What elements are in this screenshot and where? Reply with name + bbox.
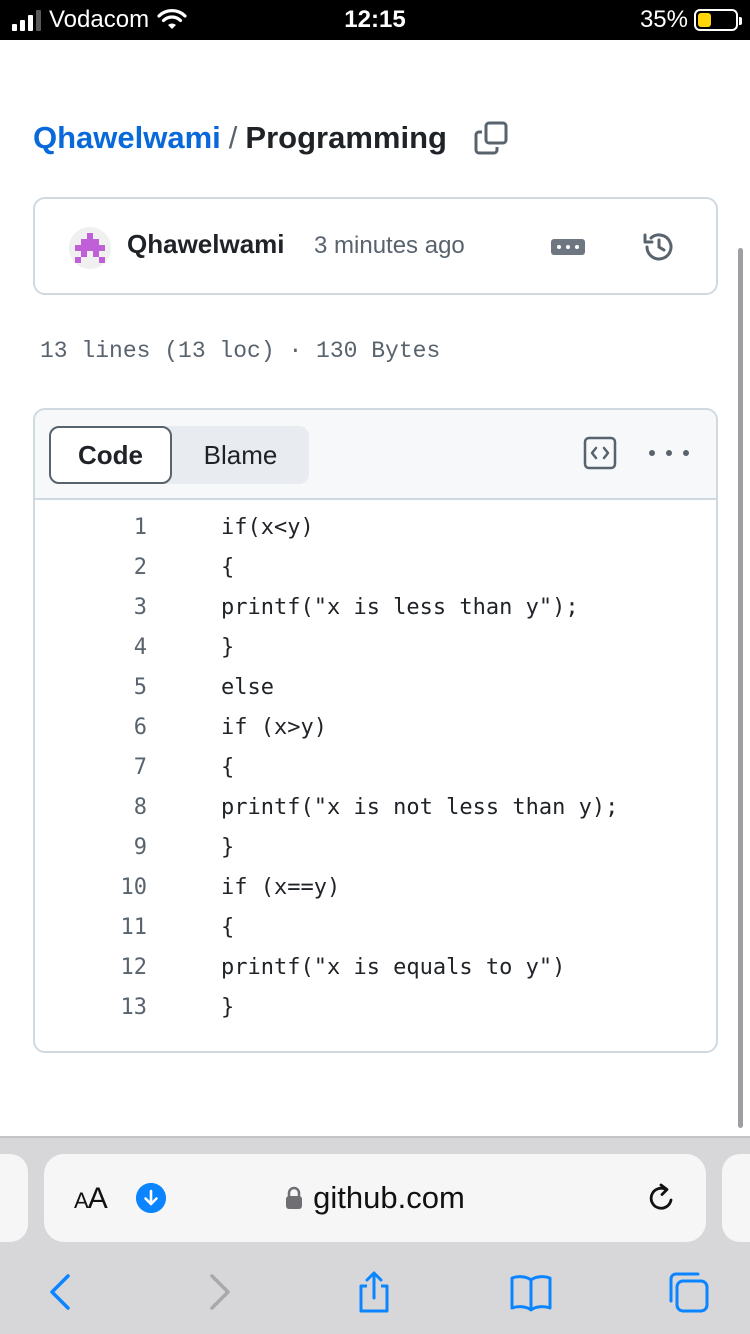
tab-code[interactable]: Code [49, 426, 172, 484]
code-line: 10 if (x==y) [35, 868, 716, 908]
url-text: github.com [313, 1180, 465, 1215]
avatar[interactable] [69, 227, 111, 269]
carrier-label: Vodacom [49, 6, 150, 33]
view-toggle: Code Blame [49, 426, 309, 484]
code-line: 9} [35, 828, 716, 868]
line-number[interactable]: 10 [75, 868, 148, 908]
code-line: 7{ [35, 748, 716, 788]
more-options-icon[interactable] [649, 448, 689, 458]
history-icon[interactable] [641, 229, 677, 265]
line-number[interactable]: 4 [75, 628, 147, 668]
breadcrumb-file-name: Programming [245, 120, 447, 155]
line-code: { [221, 755, 235, 780]
tab-blame[interactable]: Blame [172, 426, 309, 484]
code-line: 13} [35, 988, 716, 1028]
line-code: } [221, 635, 235, 660]
tabs-icon[interactable] [666, 1270, 710, 1314]
code-body: 1 if(x<y) 2{3 printf("x is less than y"); 4}… [35, 500, 716, 1028]
line-number[interactable]: 5 [75, 668, 147, 708]
breadcrumb-separator: / [228, 120, 238, 155]
line-number[interactable]: 8 [75, 788, 147, 828]
latest-commit-box: Qhawelwami 3 minutes ago [33, 197, 718, 295]
line-code: } [221, 835, 235, 860]
line-code: printf("x is less than y"); [221, 595, 579, 620]
battery-icon [694, 9, 742, 31]
line-code: if(x<y) [221, 515, 314, 540]
commit-time: 3 minutes ago [314, 232, 465, 259]
code-line: 2{ [35, 548, 716, 588]
line-code: printf("x is not less than y); [221, 795, 619, 820]
commit-author-link[interactable]: Qhawelwami [127, 229, 285, 260]
page-scrollbar[interactable] [738, 248, 743, 1128]
file-info: 13 lines (13 loc) · 130 Bytes [40, 338, 441, 364]
back-icon[interactable] [40, 1270, 84, 1314]
address-bar[interactable]: AA github.com [44, 1154, 706, 1242]
line-number[interactable]: 9 [75, 828, 147, 868]
breadcrumb: Qhawelwami / Programming [33, 116, 509, 160]
battery-percent: 35% [639, 6, 688, 33]
code-line: 11 { [35, 908, 716, 948]
line-number[interactable]: 13 [75, 988, 148, 1028]
line-number[interactable]: 2 [75, 548, 147, 588]
line-code: else [221, 675, 274, 700]
previous-tab-peek[interactable] [0, 1154, 28, 1242]
line-code: printf("x is equals to y") [221, 955, 566, 980]
line-number[interactable]: 11 [75, 908, 148, 948]
safari-bottom-bar: AA github.com [0, 1138, 750, 1334]
reload-icon[interactable] [644, 1180, 680, 1216]
code-line: 4} [35, 628, 716, 668]
code-line: 12 printf("x is equals to y") [35, 948, 716, 988]
line-number[interactable]: 1 [75, 508, 147, 548]
ellipsis-icon[interactable] [551, 239, 585, 255]
share-icon[interactable] [352, 1270, 396, 1314]
code-panel: Code Blame 1 if(x<y) 2{3 printf("x is less … [33, 408, 718, 1053]
code-line: 1 if(x<y) [35, 508, 716, 548]
signal-icon [12, 9, 41, 31]
symbols-icon[interactable] [583, 436, 617, 470]
code-header: Code Blame [35, 410, 716, 500]
bookmarks-icon[interactable] [509, 1270, 553, 1314]
copy-icon[interactable] [473, 120, 509, 156]
lock-icon [286, 1186, 303, 1209]
line-number[interactable]: 3 [75, 588, 147, 628]
code-line: 3 printf("x is less than y"); [35, 588, 716, 628]
breadcrumb-owner-link[interactable]: Qhawelwami [33, 120, 221, 156]
line-code: { [221, 555, 235, 580]
line-code: } [221, 995, 235, 1020]
line-code: if (x==y) [221, 875, 341, 900]
url-display[interactable]: github.com [44, 1154, 706, 1242]
code-line: 6 if (x>y) [35, 708, 716, 748]
forward-icon[interactable] [196, 1270, 240, 1314]
line-code: if (x>y) [221, 715, 327, 740]
line-number[interactable]: 7 [75, 748, 147, 788]
code-line: 8 printf("x is not less than y); [35, 788, 716, 828]
wifi-icon [157, 9, 187, 29]
status-right: 35% [639, 0, 742, 40]
status-left: Vodacom [12, 0, 187, 40]
line-number[interactable]: 12 [75, 948, 148, 988]
next-tab-peek[interactable] [722, 1154, 750, 1242]
code-line: 5 else [35, 668, 716, 708]
status-bar: Vodacom 12:15 35% [0, 0, 750, 40]
safari-nav-row [0, 1256, 750, 1326]
line-code: { [221, 915, 235, 940]
line-number[interactable]: 6 [75, 708, 147, 748]
